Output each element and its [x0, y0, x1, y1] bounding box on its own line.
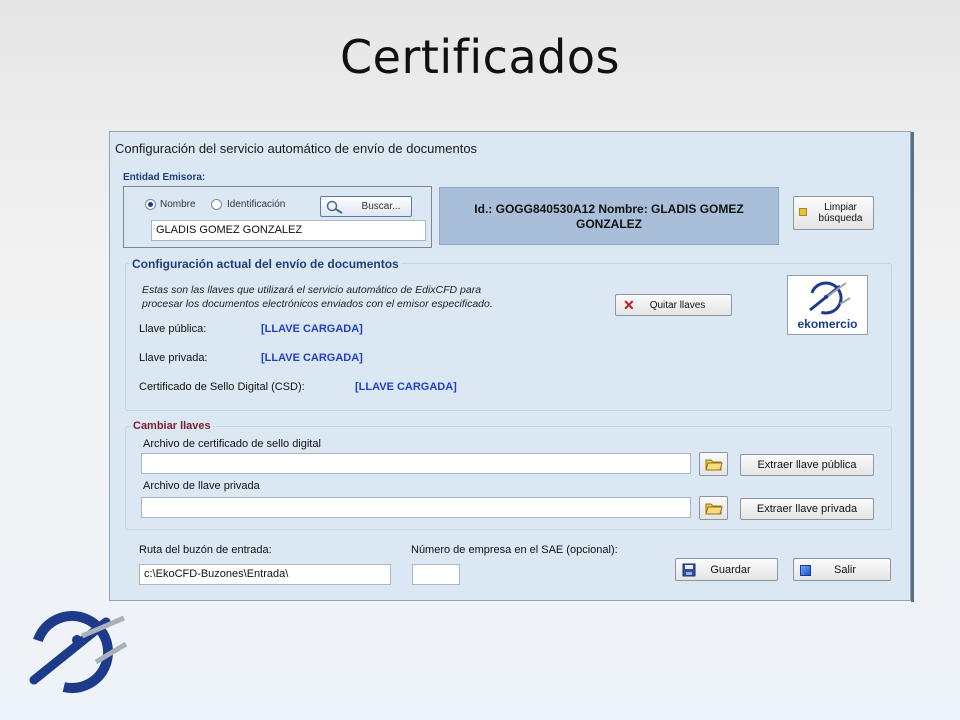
clear-label-2: búsqueda	[818, 213, 863, 224]
private-key-label: Llave privada:	[139, 352, 208, 364]
exit-icon	[800, 565, 811, 576]
clear-icon	[799, 208, 807, 216]
save-button[interactable]: Guardar	[675, 558, 778, 581]
public-key-status: [LLAVE CARGADA]	[261, 323, 363, 335]
csd-status: [LLAVE CARGADA]	[355, 381, 457, 393]
folder-icon	[705, 457, 723, 476]
config-description-2: procesar los documentos electrónicos env…	[142, 298, 493, 310]
save-icon	[682, 563, 696, 580]
clear-search-button[interactable]: Limpiar búsqueda	[793, 196, 874, 230]
public-key-label: Llave pública:	[139, 323, 207, 335]
exit-button[interactable]: Salir	[793, 558, 891, 581]
cert-file-input[interactable]	[141, 453, 691, 474]
extract-public-key-button[interactable]: Extraer llave pública	[740, 454, 874, 476]
change-keys-title: Cambiar llaves	[131, 420, 213, 432]
inbox-path-label: Ruta del buzón de entrada:	[139, 544, 272, 556]
emisor-panel: Nombre Identificación Buscar... GLADIS G…	[123, 186, 432, 248]
slide-title: Certificados	[340, 30, 620, 84]
radio-nombre-label: Nombre	[160, 199, 196, 210]
slide-logo-icon	[29, 611, 128, 693]
exit-label: Salir	[833, 563, 856, 576]
window-edge	[911, 132, 914, 602]
emisor-group-label: Entidad Emisora:	[123, 172, 206, 183]
save-label: Guardar	[710, 563, 751, 576]
company-number-field[interactable]	[412, 564, 460, 585]
csd-label: Certificado de Sello Digital (CSD):	[139, 381, 305, 393]
key-file-input[interactable]	[141, 497, 691, 518]
config-window: Configuración del servicio automático de…	[109, 131, 914, 602]
radio-nombre[interactable]	[145, 199, 156, 210]
current-config-title: Configuración actual del envío de docume…	[130, 257, 401, 271]
folder-icon	[705, 501, 723, 520]
search-icon	[326, 200, 344, 217]
emisor-info: Id.: GOGG840530A12 Nombre: GLADIS GOMEZ …	[439, 187, 779, 245]
ekomercio-logo: ekomercio	[787, 275, 868, 335]
radio-identificacion[interactable]	[211, 199, 222, 210]
extract-private-key-button[interactable]: Extraer llave privada	[740, 498, 874, 520]
radio-identificacion-label: Identificación	[227, 199, 286, 210]
emisor-name-field[interactable]: GLADIS GOMEZ GONZALEZ	[151, 220, 426, 241]
clear-label-1: Limpiar	[824, 202, 857, 213]
cert-browse-button[interactable]	[699, 452, 728, 476]
remove-keys-button[interactable]: ✕ Quitar llaves	[615, 294, 732, 316]
inbox-path-field[interactable]: c:\EkoCFD-Buzones\Entrada\	[139, 564, 391, 585]
remove-keys-label: Quitar llaves	[649, 299, 706, 311]
search-button[interactable]: Buscar...	[320, 196, 412, 217]
window-title: Configuración del servicio automático de…	[115, 141, 478, 156]
cert-file-label: Archivo de certificado de sello digital	[143, 438, 321, 450]
key-browse-button[interactable]	[699, 496, 728, 520]
company-number-label: Número de empresa en el SAE (opcional):	[411, 544, 618, 556]
search-button-label: Buscar...	[361, 201, 401, 212]
ekomercio-logo-text: ekomercio	[797, 317, 858, 331]
config-description-1: Estas son las llaves que utilizará el se…	[142, 284, 482, 296]
remove-icon: ✕	[623, 297, 635, 313]
private-key-status: [LLAVE CARGADA]	[261, 352, 363, 364]
ekomercio-logo-mark	[809, 281, 851, 315]
key-file-label: Archivo de llave privada	[143, 480, 260, 492]
